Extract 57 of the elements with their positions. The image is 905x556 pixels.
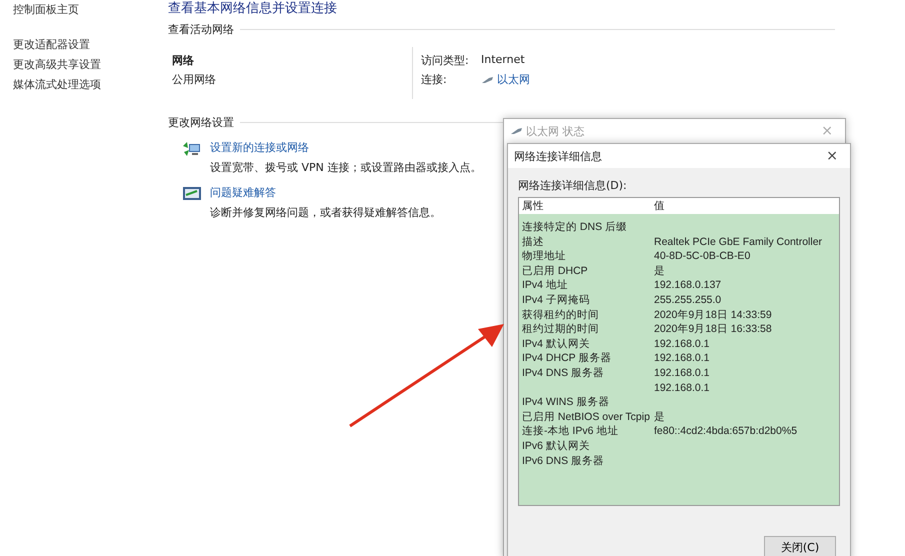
monitor-tool-icon bbox=[182, 185, 202, 203]
table-cell-text: 获得租约的时间 bbox=[522, 308, 600, 322]
task-link[interactable]: 设置新的连接或网络 bbox=[210, 140, 482, 155]
table-cell-text: 40-8D-5C-0B-CB-E0 bbox=[654, 249, 752, 264]
connection-label: 连接: bbox=[421, 72, 448, 87]
list-label: 网络连接详细信息(D): bbox=[518, 178, 628, 193]
access-type-value: Internet bbox=[481, 53, 526, 68]
access-type-label: 访问类型: bbox=[421, 53, 470, 68]
close-button[interactable]: × bbox=[822, 148, 842, 164]
table-cell-text: 租约过期的时间 bbox=[522, 322, 600, 337]
table-cell-text: IPv6 DNS 服务器 bbox=[522, 454, 606, 468]
table-cell-text: 2020年9月18日 16:33:58 bbox=[654, 322, 773, 337]
table-cell-text: 192.168.0.137 bbox=[654, 278, 722, 293]
table-cell-text: IPv4 默认网关 bbox=[522, 336, 591, 352]
table-cell-text: 物理地址 bbox=[522, 249, 567, 264]
column-header[interactable]: 值 bbox=[654, 199, 836, 213]
column-header[interactable]: 属性 bbox=[522, 199, 654, 213]
table-cell-text: IPv4 DNS 服务器 bbox=[522, 366, 606, 381]
connection-link[interactable]: 以太网 bbox=[497, 72, 530, 87]
close-button[interactable]: 关闭(C) bbox=[764, 536, 836, 556]
section-heading: 查看活动网络 bbox=[168, 22, 234, 37]
sidebar-link[interactable]: 更改高级共享设置 bbox=[13, 57, 168, 72]
table-cell-text: IPv4 WINS 服务器 bbox=[522, 395, 610, 410]
network-cable-icon bbox=[481, 76, 494, 84]
table-cell-text: 已启用 NetBIOS over Tcpip bbox=[522, 410, 651, 424]
table-cell-text: IPv4 DHCP 服务器 bbox=[522, 351, 612, 366]
table-cell-text: 是 bbox=[654, 410, 666, 424]
dialog-title: 网络连接详细信息 bbox=[514, 148, 602, 164]
table-cell-text: 2020年9月18日 14:33:59 bbox=[654, 308, 773, 322]
table-cell-text: fe80::4cd2:4bda:657b:d2b0%5 bbox=[654, 424, 798, 439]
network-name: 网络 bbox=[172, 53, 195, 68]
network-type: 公用网络 bbox=[172, 72, 217, 87]
network-cable-icon bbox=[510, 127, 523, 135]
task-description: 设置宽带、拨号或 VPN 连接；或设置路由器或接入点。 bbox=[210, 160, 482, 175]
table-cell-text: 192.168.0.1 bbox=[654, 336, 710, 352]
table-cell-text: IPv6 默认网关 bbox=[522, 438, 591, 454]
table-cell-text: IPv4 地址 bbox=[522, 278, 569, 293]
table-cell-text: 是 bbox=[654, 264, 666, 278]
table-cell-text: 192.168.0.1 bbox=[654, 351, 710, 366]
table-cell-text: 192.168.0.1 bbox=[654, 380, 710, 396]
sidebar-link[interactable]: 媒体流式处理选项 bbox=[13, 77, 168, 92]
task-description: 诊断并修复网络问题，或者获得疑难解答信息。 bbox=[210, 205, 441, 220]
section-heading: 更改网络设置 bbox=[168, 115, 234, 130]
table-cell-text: 255.255.255.0 bbox=[654, 292, 722, 308]
task-link[interactable]: 问题疑难解答 bbox=[210, 185, 441, 200]
window-title: 以太网 状态 bbox=[526, 124, 584, 138]
table-cell-text: 已启用 DHCP bbox=[522, 264, 589, 278]
sidebar-link[interactable]: 控制面板主页 bbox=[13, 2, 168, 17]
table-cell-text: 192.168.0.1 bbox=[654, 366, 710, 381]
network-setup-icon bbox=[182, 140, 202, 158]
sidebar-link[interactable]: 更改适配器设置 bbox=[13, 37, 168, 52]
table-cell-text: 描述 bbox=[522, 234, 545, 250]
page-title: 查看基本网络信息并设置连接 bbox=[168, 1, 338, 16]
table-cell-text: 连接-本地 IPv6 地址 bbox=[522, 424, 620, 439]
table-cell-text: Realtek PCIe GbE Family Controller bbox=[654, 234, 824, 250]
table-cell-text: 连接特定的 DNS 后缀 bbox=[522, 220, 628, 235]
table-cell-text: IPv4 子网掩码 bbox=[522, 292, 591, 308]
